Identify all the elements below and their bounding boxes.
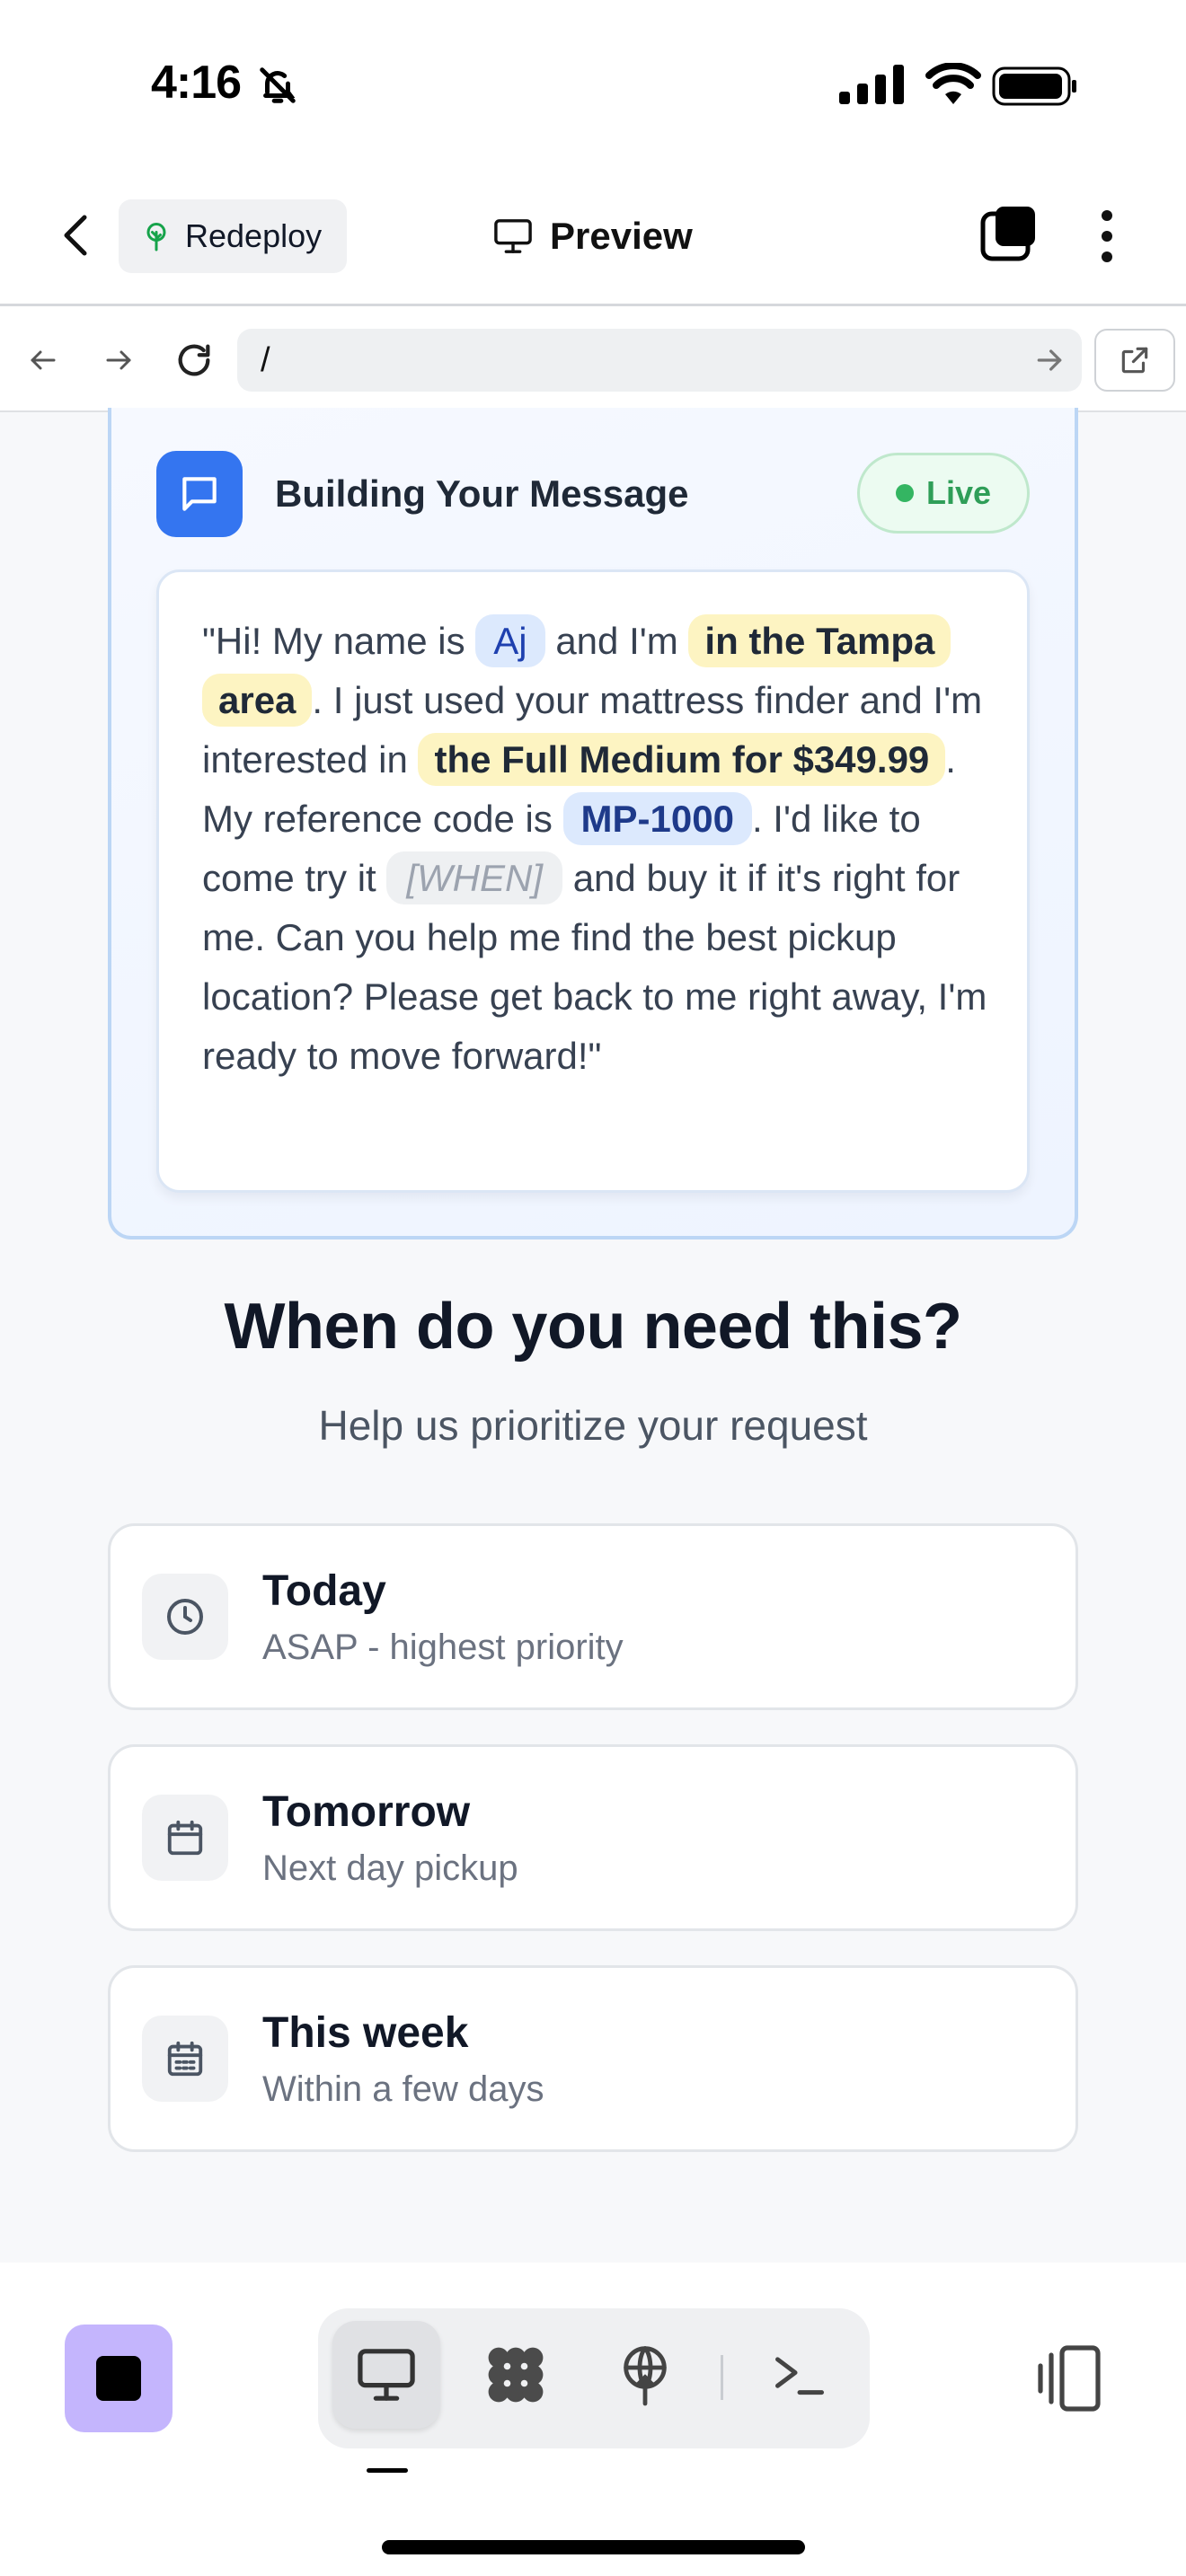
- redeploy-button[interactable]: Redeploy: [119, 199, 347, 273]
- name-chip: Aj: [475, 614, 545, 667]
- dot: [1102, 231, 1112, 242]
- option-tomorrow-icon-tile: [142, 1795, 228, 1881]
- open-external-button[interactable]: [1094, 329, 1175, 392]
- message-icon-tile: [156, 451, 243, 537]
- redeploy-label: Redeploy: [185, 217, 323, 254]
- go-arrow-icon[interactable]: [1031, 340, 1067, 381]
- option-tomorrow-subtitle: Next day pickup: [262, 1848, 518, 1888]
- wifi-icon: [925, 63, 981, 104]
- message-card-title: Building Your Message: [275, 472, 689, 515]
- preview-label: Preview: [550, 215, 693, 257]
- dot: [1102, 251, 1112, 262]
- terminal-icon: [775, 2357, 825, 2395]
- option-this-week-icon-tile: [142, 2016, 228, 2102]
- url-text: /: [261, 340, 270, 379]
- option-tomorrow[interactable]: [108, 1744, 1078, 1931]
- browser-back-button[interactable]: [18, 335, 68, 385]
- option-this-week-title: This week: [262, 2009, 469, 2057]
- option-this-week[interactable]: [108, 1965, 1078, 2152]
- header-divider: [0, 304, 1186, 306]
- back-button[interactable]: [50, 207, 101, 264]
- cellular-signal-icon: [839, 65, 904, 104]
- option-this-week-subtitle: Within a few days: [262, 2069, 544, 2109]
- calendar-icon: [167, 1820, 203, 1856]
- refresh-icon: [178, 344, 210, 376]
- browser-forward-button[interactable]: [93, 335, 144, 385]
- question-subtitle: Help us prioritize your request: [318, 1402, 868, 1449]
- reference-code-chip: MP-1000: [562, 792, 752, 845]
- option-today-title: Today: [262, 1567, 386, 1615]
- url-input[interactable]: /: [237, 329, 1082, 392]
- option-today-icon-tile: [142, 1574, 228, 1660]
- tool-deploy-button[interactable]: [607, 2337, 683, 2413]
- question-title: When do you need this?: [224, 1291, 962, 1363]
- message-square-icon: [182, 477, 217, 511]
- stop-button[interactable]: [65, 2325, 173, 2432]
- when-placeholder-chip: [WHEN]: [386, 851, 563, 904]
- arrow-right-icon: [106, 350, 131, 370]
- arrow-left-icon: [31, 350, 56, 370]
- calendar-days-icon: [167, 2041, 203, 2077]
- message-text-part: "Hi! My name is: [202, 620, 476, 662]
- clock-icon: [167, 1599, 203, 1635]
- more-options-button[interactable]: [1089, 205, 1125, 268]
- product-chip: the Full Medium for $349.99: [418, 733, 946, 786]
- active-tool-indicator: [367, 2468, 408, 2473]
- message-preview-text: "Hi! My name is Aj and I'm in the Tampa …: [202, 612, 993, 1086]
- option-today[interactable]: [108, 1523, 1078, 1710]
- live-dot: [895, 484, 914, 502]
- tool-separator: [721, 2355, 723, 2400]
- option-today-subtitle: ASAP - highest priority: [262, 1628, 624, 1667]
- tree-icon: [146, 223, 166, 251]
- chevron-left-icon: [64, 215, 87, 256]
- preview-title: Preview: [492, 207, 693, 266]
- panel-toggle-icon[interactable]: [1033, 2341, 1105, 2416]
- tool-terminal-button[interactable]: [762, 2337, 837, 2413]
- stop-icon: [96, 2356, 141, 2401]
- bell-muted-icon: [260, 67, 296, 103]
- message-text-part: and I'm: [544, 620, 689, 662]
- live-label: Live: [925, 474, 992, 511]
- reload-button[interactable]: [169, 335, 219, 385]
- live-badge: Live: [857, 453, 1030, 534]
- home-indicator: [382, 2540, 805, 2554]
- monitor-icon: [494, 219, 532, 253]
- tool-preview-button[interactable]: [349, 2337, 424, 2413]
- monitor-icon: [358, 2349, 415, 2401]
- option-tomorrow-title: Tomorrow: [262, 1788, 471, 1836]
- deploy-globe-icon: [624, 2346, 667, 2406]
- tool-apps-button[interactable]: [478, 2337, 553, 2413]
- battery-icon: [992, 66, 1076, 106]
- external-link-icon: [1121, 347, 1148, 374]
- status-time: 4:16: [151, 57, 242, 109]
- tabs-icon[interactable]: [979, 205, 1039, 264]
- dot: [1102, 210, 1112, 221]
- grid-blobs-icon: [488, 2347, 544, 2403]
